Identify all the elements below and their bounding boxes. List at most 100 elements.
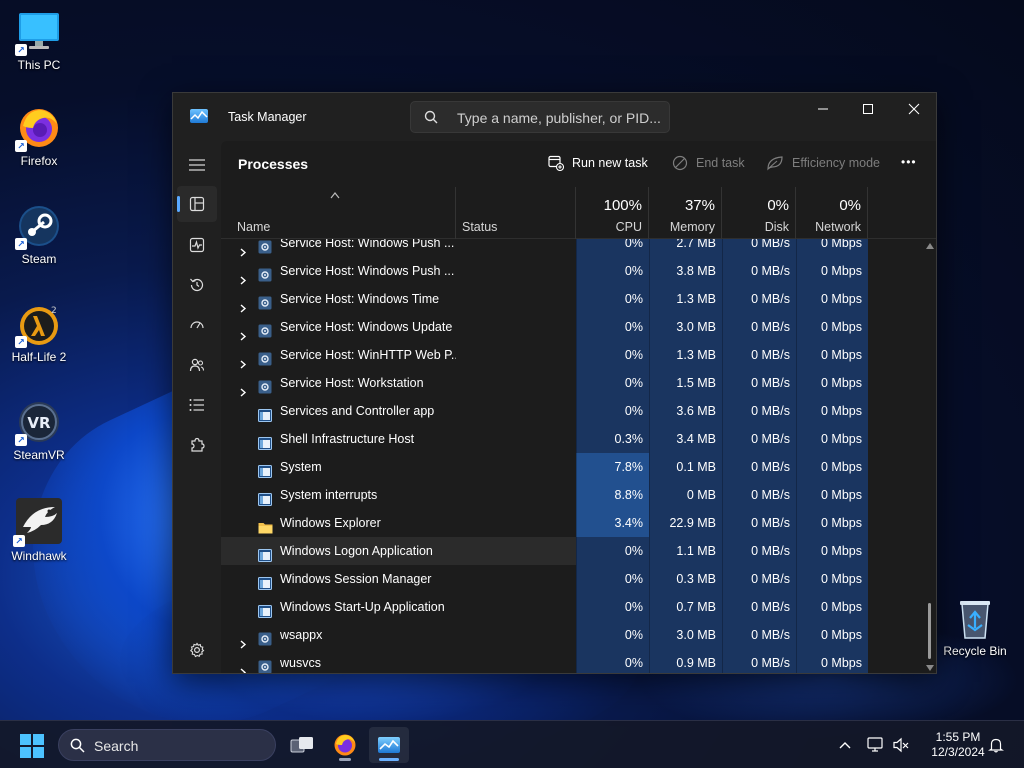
table-row[interactable]: wusvcs 0% 0.9 MB 0 MB/s 0 Mbps bbox=[221, 649, 868, 673]
chevron-right-icon[interactable] bbox=[239, 631, 247, 649]
process-name: Windows Session Manager bbox=[280, 572, 432, 586]
table-row[interactable]: Service Host: Windows Push ... 0% 2.7 MB 0 … bbox=[221, 239, 868, 257]
scrollbar-thumb[interactable] bbox=[928, 603, 931, 659]
run-new-task-button[interactable]: Run new task bbox=[548, 155, 648, 171]
desktop-icon-half-life-2[interactable]: 2 ↗ Half-Life 2 bbox=[1, 302, 77, 364]
desktop-icon-windhawk[interactable]: ↗ Windhawk bbox=[1, 497, 77, 563]
process-status-cell bbox=[456, 565, 576, 593]
process-cpu: 0% bbox=[576, 369, 649, 397]
nav-processes[interactable] bbox=[177, 186, 217, 222]
gear-icon bbox=[258, 628, 272, 646]
chevron-up-icon bbox=[839, 742, 851, 749]
process-name-cell: Windows Logon Application bbox=[221, 537, 456, 565]
desktop-icon-firefox[interactable]: ↗ Firefox bbox=[1, 106, 77, 168]
window-icon bbox=[258, 600, 272, 618]
desktop-icon-recycle-bin[interactable]: Recycle Bin bbox=[937, 596, 1013, 658]
volume-button[interactable] bbox=[891, 735, 911, 755]
table-header: Name Status 100% CPU 37% Memory 0% Disk bbox=[221, 187, 936, 239]
process-name: Windows Logon Application bbox=[280, 544, 433, 558]
table-row[interactable]: Windows Logon Application 0% 1.1 MB 0 MB/s 0… bbox=[221, 537, 868, 565]
column-header-status-label: Status bbox=[462, 220, 498, 234]
process-name: Service Host: Workstation bbox=[280, 376, 424, 390]
process-disk: 0 MB/s bbox=[722, 369, 796, 397]
process-cpu: 0% bbox=[576, 341, 649, 369]
chevron-right-icon[interactable] bbox=[239, 351, 247, 369]
process-cpu: 0% bbox=[576, 621, 649, 649]
maximize-button[interactable] bbox=[845, 93, 891, 125]
task-view-icon bbox=[290, 737, 313, 753]
table-row[interactable]: System 7.8% 0.1 MB 0 MB/s 0 Mbps bbox=[221, 453, 868, 481]
task-view-button[interactable] bbox=[282, 727, 322, 763]
process-disk: 0 MB/s bbox=[722, 341, 796, 369]
more-options-button[interactable]: ••• bbox=[901, 155, 917, 169]
column-header-cpu-label: CPU bbox=[615, 220, 642, 234]
column-header-memory[interactable]: 37% Memory bbox=[649, 187, 722, 239]
task-manager-icon bbox=[378, 737, 400, 753]
table-row[interactable]: Windows Session Manager 0% 0.3 MB 0 MB/s 0 M… bbox=[221, 565, 868, 593]
process-name-cell: Service Host: Windows Push ... bbox=[221, 239, 456, 257]
chevron-right-icon[interactable] bbox=[239, 379, 247, 397]
memory-total: 37% bbox=[684, 197, 715, 214]
column-header-cpu[interactable]: 100% CPU bbox=[576, 187, 649, 239]
show-hidden-icons-button[interactable] bbox=[835, 735, 855, 755]
chevron-right-icon[interactable] bbox=[239, 239, 247, 257]
scroll-down-icon[interactable] bbox=[926, 665, 934, 671]
chevron-right-icon[interactable] bbox=[239, 659, 247, 673]
hamburger-menu-button[interactable] bbox=[177, 147, 217, 183]
column-header-disk[interactable]: 0% Disk bbox=[722, 187, 796, 239]
notifications-button[interactable] bbox=[986, 735, 1006, 755]
nav-services[interactable] bbox=[177, 427, 217, 463]
process-name: Service Host: WinHTTP Web P... bbox=[280, 348, 456, 362]
taskbar-firefox[interactable] bbox=[325, 727, 365, 763]
desktop-icon-steam[interactable]: ↗ Steam bbox=[1, 204, 77, 266]
scroll-up-icon[interactable] bbox=[926, 243, 934, 249]
nav-app-history[interactable] bbox=[177, 267, 217, 303]
nav-performance[interactable] bbox=[177, 227, 217, 263]
vertical-scrollbar[interactable] bbox=[923, 239, 935, 673]
task-manager-app-icon bbox=[190, 109, 208, 123]
sort-ascending-icon bbox=[330, 192, 340, 199]
process-disk: 0 MB/s bbox=[722, 509, 796, 537]
column-header-name[interactable]: Name bbox=[221, 187, 456, 239]
table-row[interactable]: Shell Infrastructure Host 0.3% 3.4 MB 0 MB/… bbox=[221, 425, 868, 453]
network-status-button[interactable] bbox=[866, 735, 886, 755]
table-row[interactable]: Service Host: Workstation 0% 1.5 MB 0 MB/s 0… bbox=[221, 369, 868, 397]
desktop-icon-label: This PC bbox=[17, 58, 61, 72]
desktop-icon-this-pc[interactable]: ↗ This PC bbox=[1, 10, 77, 72]
efficiency-mode-button[interactable]: Efficiency mode bbox=[766, 155, 880, 171]
minimize-button[interactable] bbox=[800, 93, 846, 125]
process-status-cell bbox=[456, 621, 576, 649]
system-clock[interactable]: 1:55 PM 12/3/2024 bbox=[920, 730, 996, 760]
table-row[interactable]: Service Host: Windows Time 0% 1.3 MB 0 MB/s… bbox=[221, 285, 868, 313]
nav-details[interactable] bbox=[177, 387, 217, 423]
column-header-status[interactable]: Status bbox=[456, 187, 576, 239]
table-row[interactable]: Service Host: WinHTTP Web P... 0% 1.3 MB 0 … bbox=[221, 341, 868, 369]
chevron-right-icon[interactable] bbox=[239, 323, 247, 341]
table-row[interactable]: wsappx 0% 3.0 MB 0 MB/s 0 Mbps bbox=[221, 621, 868, 649]
end-task-button[interactable]: End task bbox=[672, 155, 745, 171]
nav-startup-apps[interactable] bbox=[177, 307, 217, 343]
process-cpu: 0% bbox=[576, 593, 649, 621]
table-row[interactable]: System interrupts 8.8% 0 MB 0 MB/s 0 Mbps bbox=[221, 481, 868, 509]
desktop-icon-steamvr[interactable]: VR ↗ SteamVR bbox=[1, 400, 77, 462]
table-row[interactable]: Service Host: Windows Update 0% 3.0 MB 0 MB… bbox=[221, 313, 868, 341]
chevron-right-icon[interactable] bbox=[239, 295, 247, 313]
title-bar[interactable]: Task Manager Type a name, publisher, or … bbox=[173, 93, 936, 141]
process-name-cell: Services and Controller app bbox=[221, 397, 456, 425]
taskbar-search-box[interactable]: Search bbox=[58, 729, 276, 761]
nav-users[interactable] bbox=[177, 347, 217, 383]
start-button[interactable] bbox=[20, 734, 44, 758]
process-status-cell bbox=[456, 453, 576, 481]
table-row[interactable]: Service Host: Windows Push ... 0% 3.8 MB 0 … bbox=[221, 257, 868, 285]
chevron-right-icon[interactable] bbox=[239, 267, 247, 285]
close-button[interactable] bbox=[891, 93, 936, 125]
search-box[interactable]: Type a name, publisher, or PID... bbox=[410, 101, 670, 133]
nav-settings[interactable] bbox=[177, 632, 217, 668]
process-status-cell bbox=[456, 649, 576, 673]
table-row[interactable]: Windows Start-Up Application 0% 0.7 MB 0 MB… bbox=[221, 593, 868, 621]
column-header-network[interactable]: 0% Network bbox=[796, 187, 868, 239]
table-row[interactable]: Services and Controller app 0% 3.6 MB 0 MB/… bbox=[221, 397, 868, 425]
process-network: 0 Mbps bbox=[796, 453, 868, 481]
taskbar-task-manager[interactable] bbox=[369, 727, 409, 763]
table-row[interactable]: Windows Explorer 3.4% 22.9 MB 0 MB/s 0 Mbps bbox=[221, 509, 868, 537]
